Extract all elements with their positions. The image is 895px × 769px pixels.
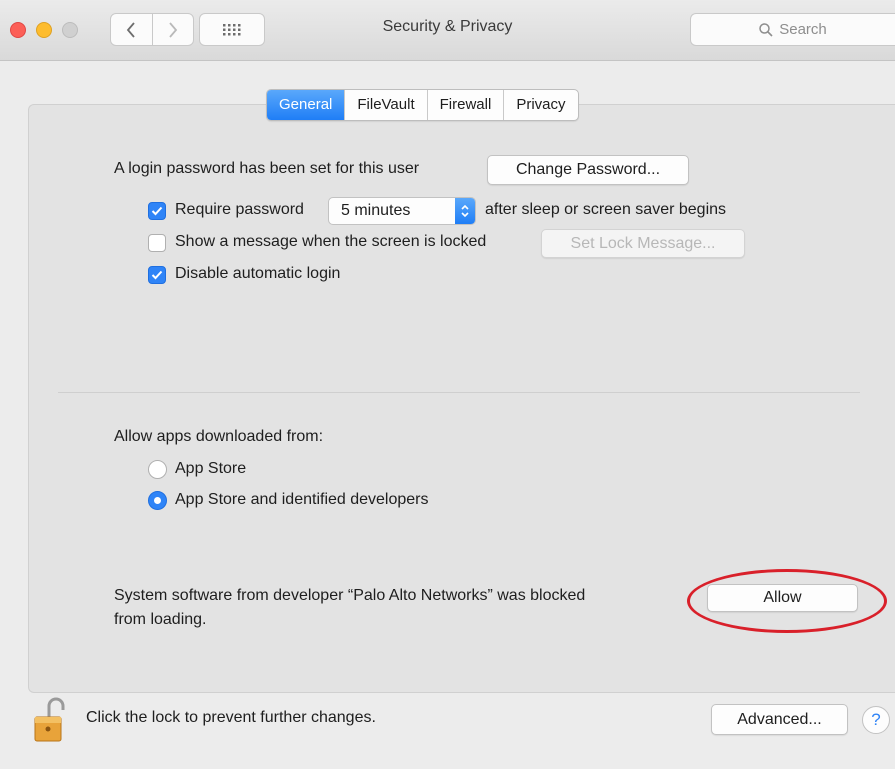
app-store-label: App Store <box>175 460 247 477</box>
lock-message: Click the lock to prevent further change… <box>86 709 376 726</box>
require-password-delay-popup[interactable]: 5 minutes <box>328 197 476 225</box>
require-password-checkbox[interactable] <box>148 202 166 220</box>
search-icon <box>759 22 773 37</box>
disable-auto-login-checkbox[interactable] <box>148 266 166 284</box>
tab-general[interactable]: General <box>267 90 346 120</box>
tab-filevault[interactable]: FileVault <box>345 90 428 120</box>
window-toolbar: Security & Privacy Search <box>0 0 895 61</box>
login-password-text: A login password has been set for this u… <box>114 160 420 177</box>
show-message-checkbox[interactable] <box>148 234 166 252</box>
require-password-suffix: after sleep or screen saver begins <box>485 201 727 218</box>
delay-value: 5 minutes <box>341 202 411 219</box>
search-field[interactable]: Search <box>690 13 895 46</box>
blocked-software-text-line2: from loading. <box>114 611 207 628</box>
set-lock-message-button[interactable]: Set Lock Message... <box>541 229 745 258</box>
allow-button[interactable]: Allow <box>707 584 858 612</box>
search-placeholder: Search <box>779 21 827 38</box>
disable-auto-login-label: Disable automatic login <box>175 265 341 282</box>
app-store-identified-radio[interactable] <box>148 491 167 510</box>
checkmark-icon <box>151 270 163 280</box>
unlocked-padlock-icon <box>34 697 65 742</box>
section-divider <box>58 392 860 393</box>
app-store-radio[interactable] <box>148 460 167 479</box>
require-password-label: Require password <box>175 201 304 218</box>
allow-apps-heading: Allow apps downloaded from: <box>114 428 324 445</box>
popup-arrows-icon <box>455 198 475 224</box>
advanced-button[interactable]: Advanced... <box>711 704 848 735</box>
show-message-label: Show a message when the screen is locked <box>175 233 487 250</box>
change-password-button[interactable]: Change Password... <box>487 155 689 185</box>
lock-button[interactable] <box>32 695 66 743</box>
blocked-software-text: System software from developer “Palo Alt… <box>114 587 586 604</box>
tab-bar: General FileVault Firewall Privacy <box>266 89 579 121</box>
checkmark-icon <box>151 206 163 216</box>
help-button[interactable]: ? <box>862 706 890 734</box>
app-store-identified-label: App Store and identified developers <box>175 491 429 508</box>
tab-privacy[interactable]: Privacy <box>504 90 577 120</box>
tab-firewall[interactable]: Firewall <box>428 90 505 120</box>
